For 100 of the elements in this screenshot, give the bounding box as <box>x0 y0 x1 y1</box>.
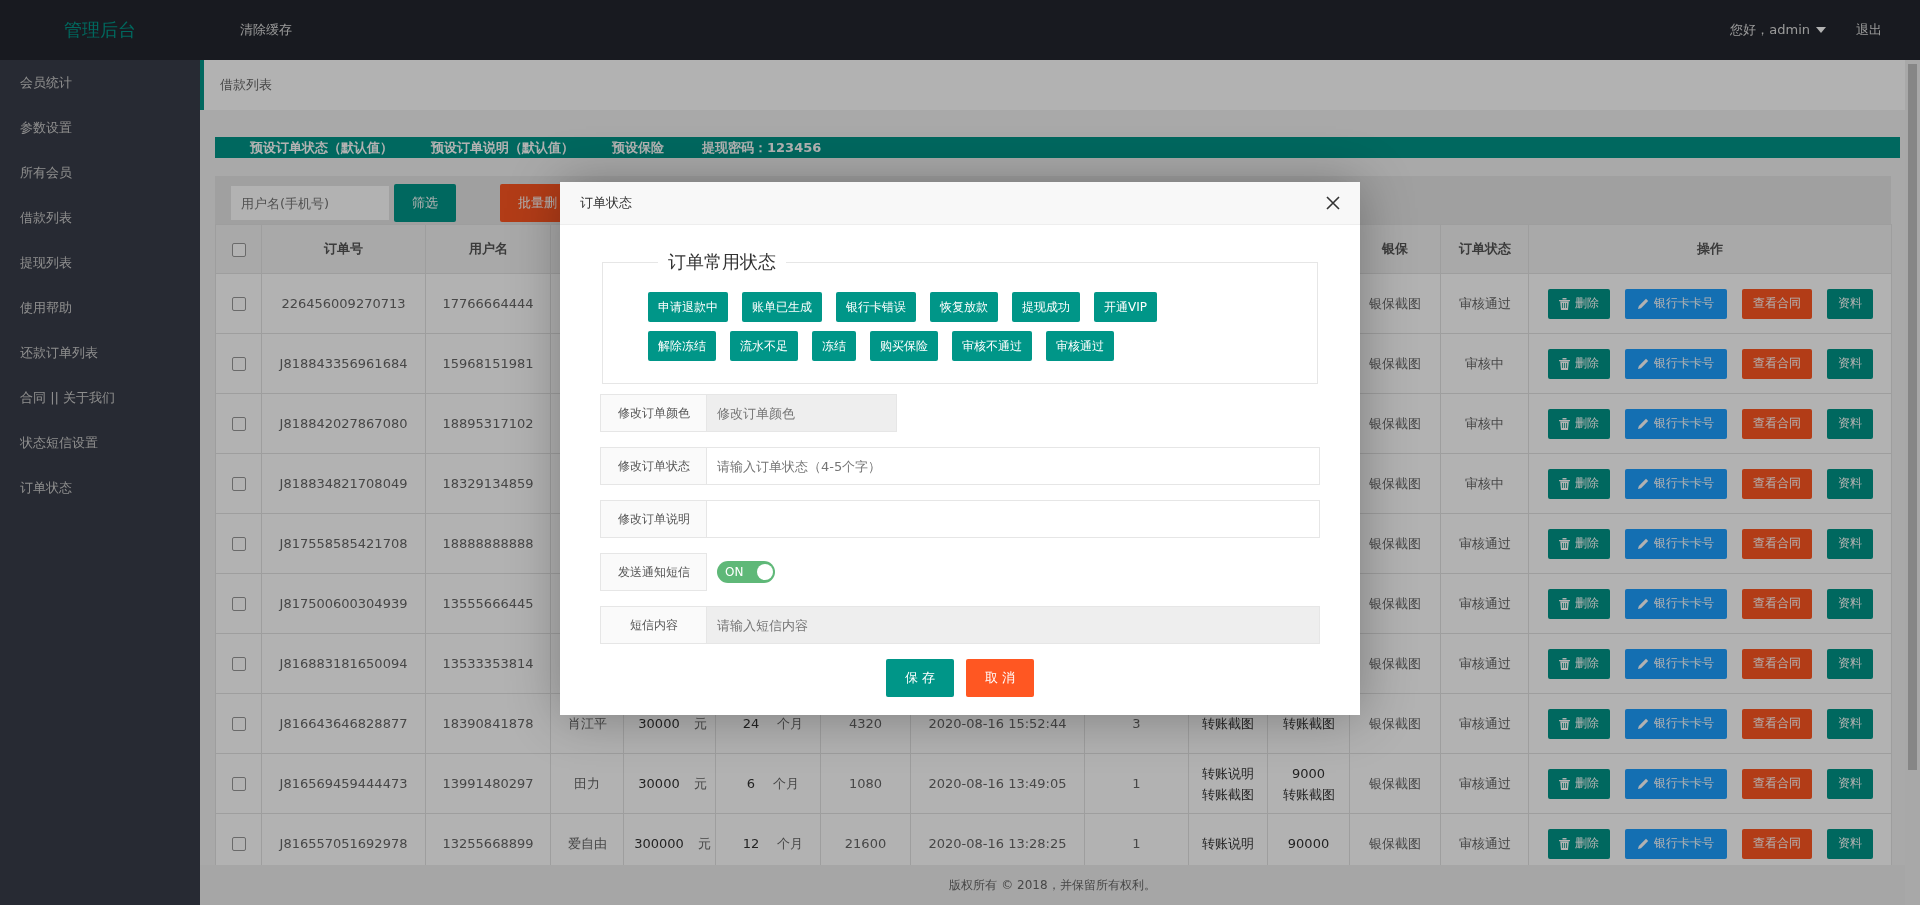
pencil-icon <box>1637 778 1649 789</box>
action-button[interactable]: 资料 <box>1826 528 1873 559</box>
table-cell: 2020-08-16 15:52:44 <box>928 716 1067 731</box>
action-button[interactable]: 银行卡卡号 <box>1624 588 1727 619</box>
checkbox[interactable] <box>231 657 246 672</box>
action-button[interactable]: 查看合同 <box>1741 588 1812 619</box>
status-preset-button[interactable]: 解除冻结 <box>648 331 716 361</box>
status-preset-button[interactable]: 银行卡错误 <box>836 292 916 322</box>
sidebar-item[interactable]: 使用帮助 <box>0 285 200 330</box>
checkbox[interactable] <box>231 837 246 852</box>
checkbox[interactable] <box>231 477 246 492</box>
status-preset-button[interactable]: 流水不足 <box>730 331 798 361</box>
action-button[interactable]: 查看合同 <box>1741 828 1812 859</box>
action-button[interactable]: 查看合同 <box>1741 408 1812 439</box>
table-cell: 爱自由 <box>567 835 607 851</box>
table-cell: 18888888888 <box>425 513 551 574</box>
action-button[interactable]: 查看合同 <box>1741 648 1812 679</box>
checkbox[interactable] <box>231 717 246 732</box>
action-button[interactable]: 查看合同 <box>1741 288 1812 319</box>
action-button[interactable]: 银行卡卡号 <box>1624 468 1727 499</box>
action-button[interactable]: 查看合同 <box>1741 768 1812 799</box>
action-button[interactable]: 删除 <box>1547 468 1610 499</box>
status-preset-button[interactable]: 冻结 <box>812 331 856 361</box>
action-button[interactable]: 银行卡卡号 <box>1624 768 1727 799</box>
sidebar-item[interactable]: 订单状态 <box>0 465 200 510</box>
table-cell: 4320 <box>848 716 883 731</box>
action-button[interactable]: 资料 <box>1826 408 1873 439</box>
action-button[interactable]: 资料 <box>1826 288 1873 319</box>
action-button[interactable]: 删除 <box>1547 768 1610 799</box>
status-preset-button[interactable]: 提现成功 <box>1012 292 1080 322</box>
action-button[interactable]: 资料 <box>1826 708 1873 739</box>
status-preset-button[interactable]: 账单已生成 <box>742 292 822 322</box>
action-button[interactable]: 查看合同 <box>1741 708 1812 739</box>
sidebar-item[interactable]: 会员统计 <box>0 60 200 105</box>
field-label: 短信内容 <box>600 606 707 644</box>
action-button[interactable]: 删除 <box>1547 348 1610 379</box>
action-button[interactable]: 银行卡卡号 <box>1624 408 1727 439</box>
action-button[interactable]: 资料 <box>1826 768 1873 799</box>
action-button[interactable]: 资料 <box>1826 588 1873 619</box>
action-button[interactable]: 资料 <box>1826 468 1873 499</box>
action-button[interactable]: 资料 <box>1826 828 1873 859</box>
cancel-button[interactable]: 取 消 <box>966 659 1034 697</box>
field-label: 发送通知短信 <box>600 553 707 591</box>
checkbox[interactable] <box>231 597 246 612</box>
action-button[interactable]: 银行卡卡号 <box>1624 828 1727 859</box>
sidebar-item[interactable]: 状态短信设置 <box>0 420 200 465</box>
trash-icon <box>1558 717 1570 730</box>
sidebar-item[interactable]: 提现列表 <box>0 240 200 285</box>
checkbox[interactable] <box>231 297 246 312</box>
action-button[interactable]: 删除 <box>1547 528 1610 559</box>
action-button[interactable]: 查看合同 <box>1741 528 1812 559</box>
action-button[interactable]: 银行卡卡号 <box>1624 708 1727 739</box>
preset-text: 提现密码：123456 <box>702 138 822 157</box>
action-button[interactable]: 删除 <box>1547 408 1610 439</box>
checkbox[interactable] <box>231 357 246 372</box>
toggle-switch[interactable]: ON <box>717 561 775 583</box>
action-button[interactable]: 删除 <box>1547 708 1610 739</box>
input-field[interactable]: 请输入订单状态（4-5个字） <box>707 447 1320 485</box>
status-preset-button[interactable]: 审核不通过 <box>952 331 1032 361</box>
sidebar-item[interactable]: 还款订单列表 <box>0 330 200 375</box>
action-button[interactable]: 资料 <box>1826 348 1873 379</box>
action-button[interactable]: 删除 <box>1547 588 1610 619</box>
save-button[interactable]: 保 存 <box>886 659 954 697</box>
close-icon[interactable] <box>1326 196 1340 210</box>
logout-link[interactable]: 退出 <box>1856 21 1882 39</box>
pencil-icon <box>1637 358 1649 369</box>
status-preset-button[interactable]: 购买保险 <box>870 331 938 361</box>
checkbox[interactable] <box>231 417 246 432</box>
sidebar-item[interactable]: 合同 || 关于我们 <box>0 375 200 420</box>
table-cell: 肖江平 <box>567 715 607 731</box>
action-button[interactable]: 删除 <box>1547 828 1610 859</box>
action-button[interactable]: 银行卡卡号 <box>1624 528 1727 559</box>
sidebar-item[interactable]: 借款列表 <box>0 195 200 240</box>
action-button[interactable]: 查看合同 <box>1741 468 1812 499</box>
filter-button[interactable]: 筛选 <box>394 184 456 222</box>
status-preset-button[interactable]: 审核通过 <box>1046 331 1114 361</box>
sidebar-item[interactable]: 参数设置 <box>0 105 200 150</box>
scrollbar[interactable] <box>1905 60 1920 905</box>
status-preset-button[interactable]: 申请退款中 <box>648 292 728 322</box>
action-button[interactable]: 删除 <box>1547 288 1610 319</box>
column-header: 操作 <box>1528 224 1892 274</box>
action-button[interactable]: 资料 <box>1826 648 1873 679</box>
pencil-icon <box>1637 538 1649 549</box>
action-button[interactable]: 银行卡卡号 <box>1624 288 1727 319</box>
action-button[interactable]: 银行卡卡号 <box>1624 648 1727 679</box>
table-cell: J818843356961684 <box>261 333 426 394</box>
user-menu[interactable]: 您好，admin <box>1730 21 1826 39</box>
status-preset-button[interactable]: 开通VIP <box>1094 292 1157 322</box>
action-button[interactable]: 删除 <box>1547 648 1610 679</box>
action-button[interactable]: 银行卡卡号 <box>1624 348 1727 379</box>
status-preset-button[interactable]: 恢复放款 <box>930 292 998 322</box>
sidebar-item[interactable]: 所有会员 <box>0 150 200 195</box>
checkbox[interactable] <box>231 777 246 792</box>
pencil-icon <box>1637 418 1649 429</box>
input-field[interactable] <box>707 500 1320 538</box>
checkbox[interactable] <box>231 242 246 257</box>
checkbox[interactable] <box>231 537 246 552</box>
action-button[interactable]: 查看合同 <box>1741 348 1812 379</box>
search-field[interactable]: 用户名(手机号) <box>230 185 390 221</box>
clear-cache-link[interactable]: 清除缓存 <box>240 21 292 39</box>
